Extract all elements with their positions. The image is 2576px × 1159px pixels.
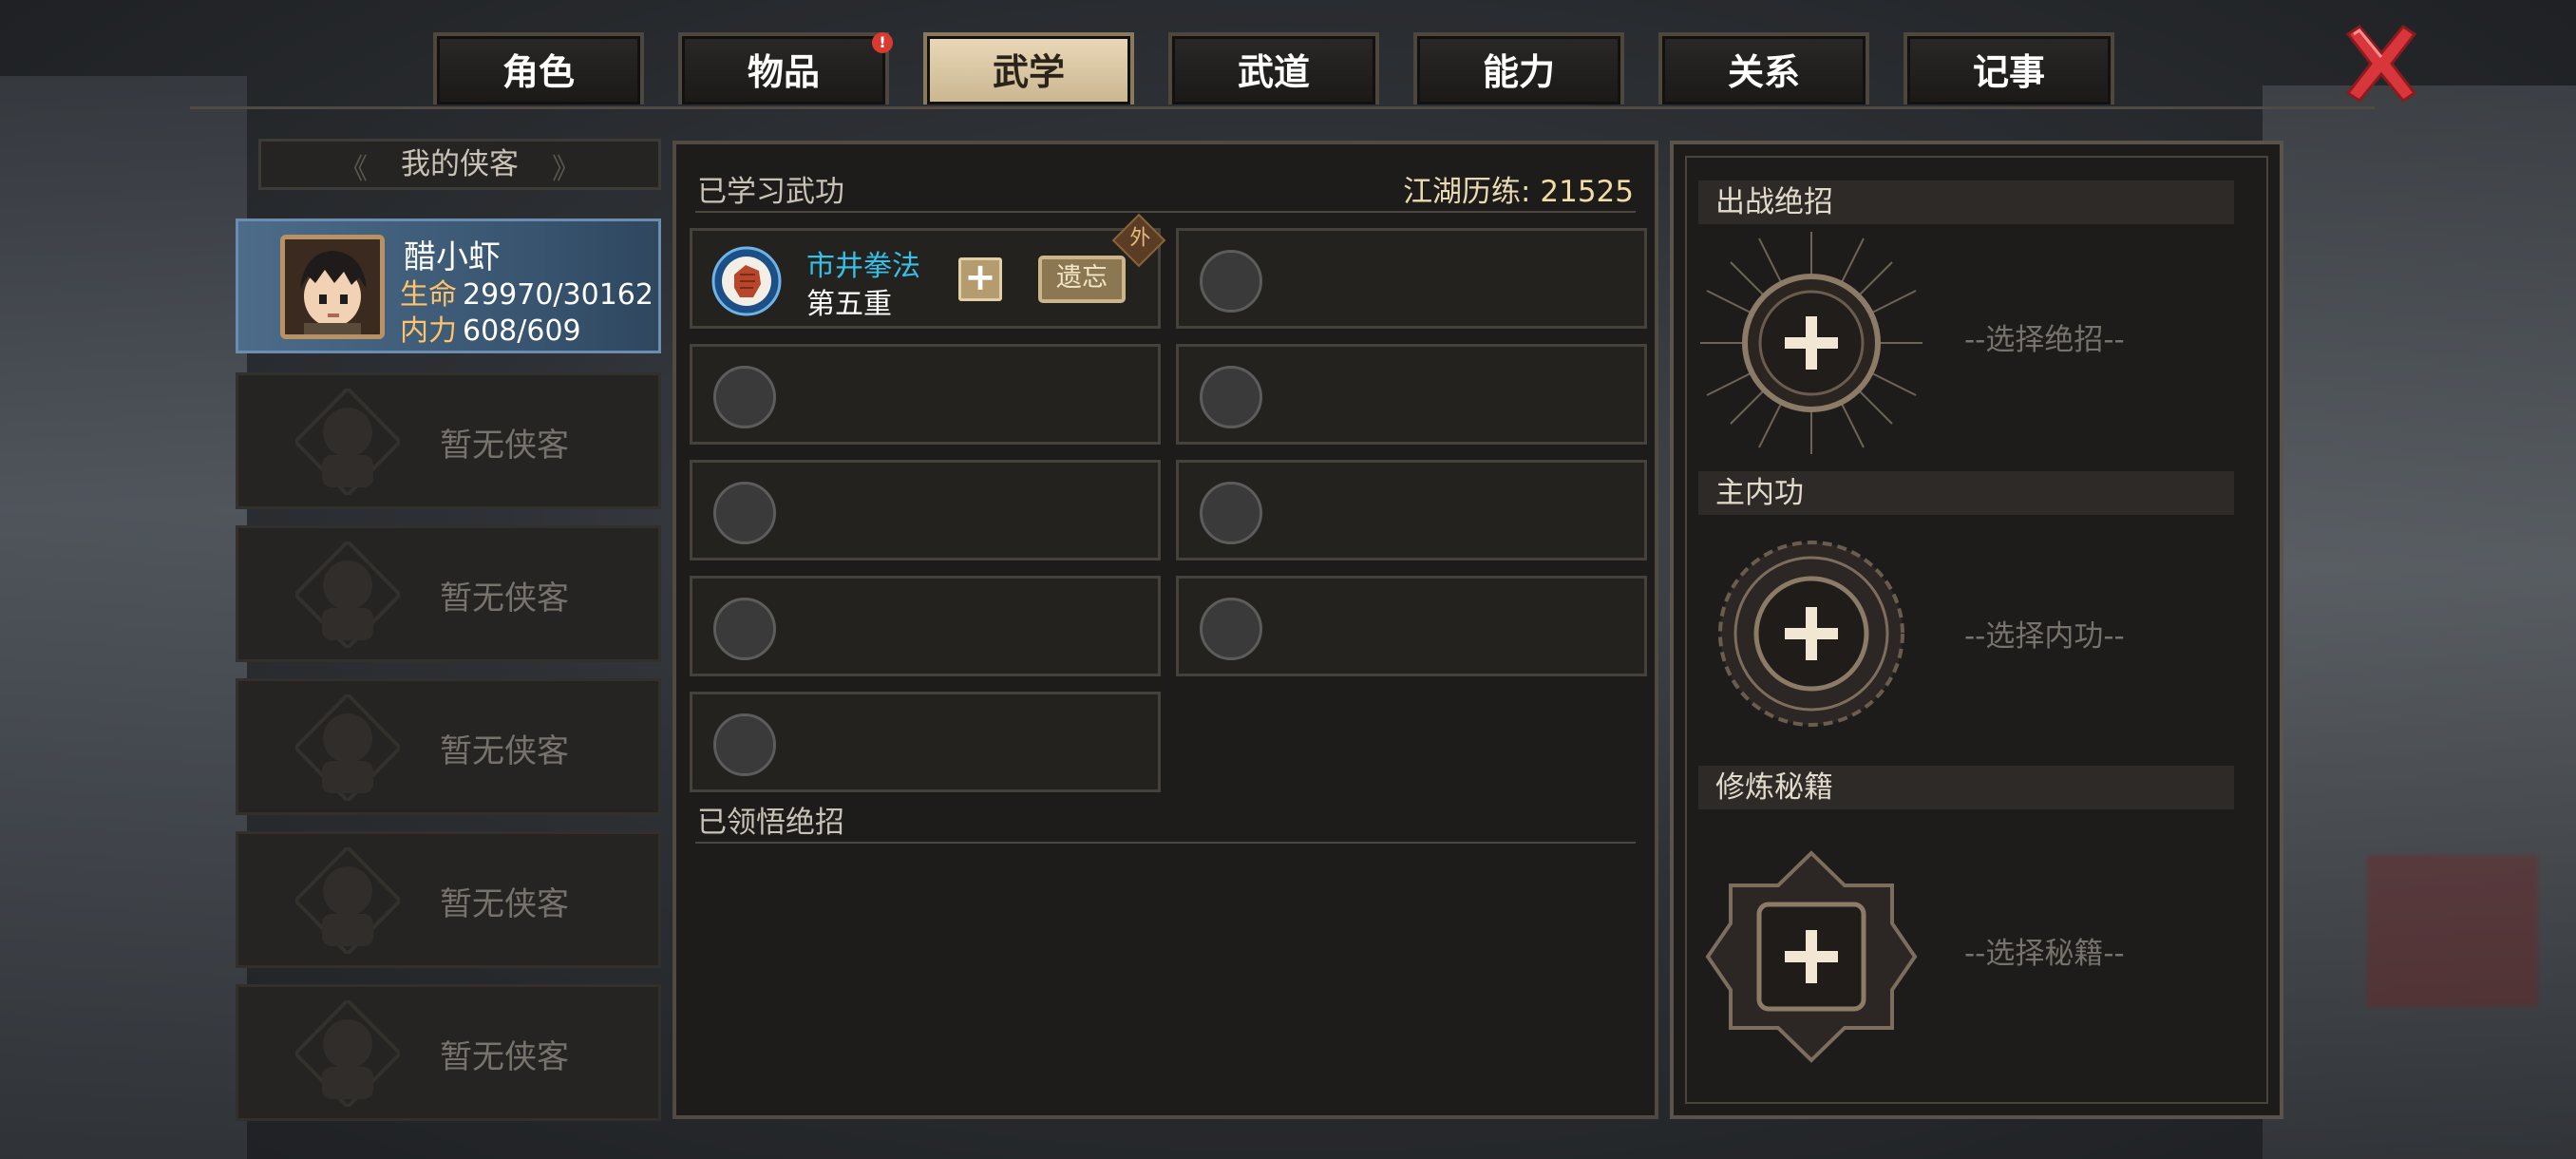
tab-martial-way[interactable]: 武道 bbox=[1168, 32, 1379, 104]
hero-portrait-icon bbox=[285, 239, 380, 334]
select-ultimate-placeholder: --选择绝招-- bbox=[1964, 323, 2125, 357]
empty-slot-circle bbox=[1200, 250, 1262, 313]
empty-slot-circle bbox=[713, 482, 776, 544]
roster-title-bar: 《 我的侠客 》 bbox=[258, 139, 661, 190]
empty-slot-circle bbox=[713, 598, 776, 660]
main-inner-skill-title: 主内功 bbox=[1698, 471, 2234, 515]
manual-slot-button[interactable] bbox=[1702, 847, 1921, 1066]
roster-title: 我的侠客 bbox=[401, 147, 519, 181]
skill-slot-empty[interactable] bbox=[1176, 228, 1647, 329]
chevron-left-icon: 《 bbox=[339, 153, 368, 186]
skill-slot-empty[interactable] bbox=[1176, 460, 1647, 560]
skill-slot-empty[interactable] bbox=[690, 460, 1161, 560]
tab-character[interactable]: 角色 bbox=[433, 32, 644, 104]
forget-skill-button[interactable]: 遗忘 bbox=[1038, 256, 1126, 303]
background-red-object bbox=[2367, 855, 2538, 1007]
skill-upgrade-button[interactable]: + bbox=[958, 257, 1002, 301]
ultimate-slot-button[interactable] bbox=[1693, 224, 1930, 462]
empty-slot-circle bbox=[713, 366, 776, 428]
tab-abilities[interactable]: 能力 bbox=[1413, 32, 1624, 104]
skill-slot-empty[interactable] bbox=[690, 344, 1161, 445]
battle-ultimate-title: 出战绝招 bbox=[1698, 180, 2234, 224]
cultivation-manual-title: 修炼秘籍 bbox=[1698, 766, 2234, 809]
inner-skill-slot-button[interactable] bbox=[1712, 534, 1911, 733]
learned-skills-title: 已学习武功 bbox=[697, 175, 844, 209]
empty-hero-slot[interactable]: 暂无侠客 bbox=[236, 525, 661, 662]
silhouette-icon bbox=[295, 694, 400, 801]
hero-card-selected[interactable]: 醋小虾 生命 29970/30162 内力 608/609 bbox=[236, 218, 661, 353]
empty-slot-circle bbox=[1200, 598, 1262, 660]
close-button[interactable] bbox=[2339, 21, 2424, 106]
jianghu-experience: 江湖历练: 21525 bbox=[1403, 175, 1634, 209]
silhouette-icon bbox=[295, 389, 400, 495]
tab-underline bbox=[190, 106, 2375, 109]
skill-slot-empty[interactable] bbox=[690, 692, 1161, 792]
empty-slot-circle bbox=[1200, 366, 1262, 428]
skill-slot-empty[interactable] bbox=[1176, 344, 1647, 445]
skill-slot-empty[interactable] bbox=[690, 576, 1161, 676]
fist-skill-icon bbox=[711, 246, 782, 316]
select-manual-placeholder: --选择秘籍-- bbox=[1964, 937, 2125, 971]
hero-mp: 内力 608/609 bbox=[400, 314, 581, 348]
tab-martial-arts[interactable]: 武学 bbox=[923, 32, 1134, 104]
empty-hero-slot[interactable]: 暂无侠客 bbox=[236, 984, 661, 1121]
empty-hero-slot[interactable]: 暂无侠客 bbox=[236, 678, 661, 815]
empty-hero-slot[interactable]: 暂无侠客 bbox=[236, 831, 661, 968]
silhouette-icon bbox=[295, 1000, 400, 1107]
notification-badge: ! bbox=[872, 32, 893, 53]
select-inner-skill-placeholder: --选择内功-- bbox=[1964, 619, 2125, 654]
divider bbox=[695, 842, 1636, 844]
hero-avatar bbox=[280, 235, 385, 339]
empty-hero-slot[interactable]: 暂无侠客 bbox=[236, 372, 661, 509]
close-x-icon bbox=[2345, 24, 2417, 104]
equipped-panel: 出战绝招 --选择绝招-- 主内功 --选择内功-- 修炼秘籍 --选择秘籍-- bbox=[1670, 141, 2283, 1119]
ultimates-title: 已领悟绝招 bbox=[697, 806, 844, 840]
chevron-right-icon: 》 bbox=[552, 153, 580, 186]
skill-slot-filled[interactable]: 市井拳法 第五重 + 遗忘 外 bbox=[690, 213, 1166, 329]
empty-slot-circle bbox=[1200, 482, 1262, 544]
tab-journal[interactable]: 记事 bbox=[1904, 32, 2114, 104]
skill-slot-empty[interactable] bbox=[1176, 576, 1647, 676]
tab-relations[interactable]: 关系 bbox=[1658, 32, 1869, 104]
divider bbox=[695, 211, 1636, 213]
martial-arts-panel: 已学习武功 江湖历练: 21525 市井拳法 第五重 + 遗忘 外 已领悟绝招 bbox=[672, 141, 1658, 1119]
silhouette-icon bbox=[295, 847, 400, 954]
silhouette-icon bbox=[295, 542, 400, 648]
background-left bbox=[0, 76, 247, 1159]
skill-name: 市井拳法 bbox=[806, 250, 920, 283]
skill-level: 第五重 bbox=[806, 288, 892, 321]
empty-slot-circle bbox=[713, 713, 776, 776]
tab-items[interactable]: 物品 ! bbox=[678, 32, 893, 104]
